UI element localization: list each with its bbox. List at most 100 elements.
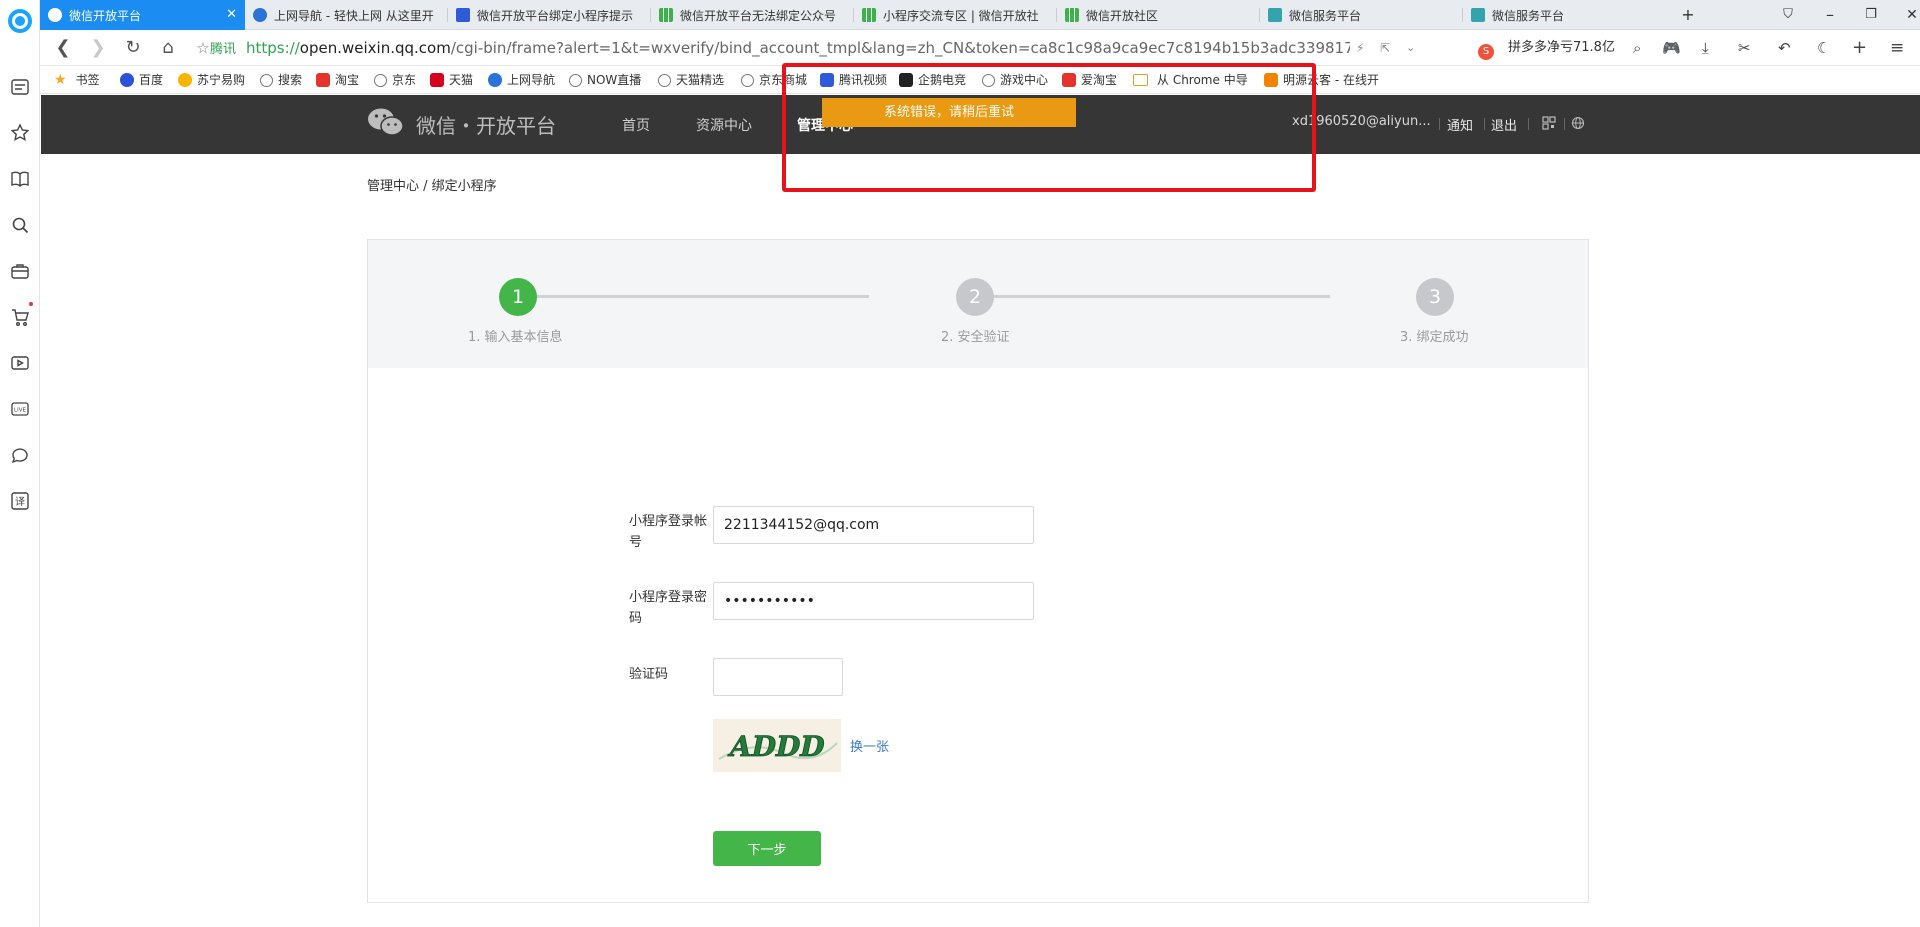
ie-favicon-icon (253, 8, 267, 22)
bookmark-item[interactable]: 苏宁易购 (178, 72, 245, 88)
url-path: /cgi-bin/frame?alert=1&t=wxverify/bind_a… (450, 39, 1350, 57)
share-icon[interactable]: ⇱ (1380, 37, 1390, 59)
step-3-label: 3. 绑定成功 (1400, 330, 1469, 345)
search-icon[interactable] (9, 214, 31, 236)
wechat-service-favicon-icon (1268, 8, 1282, 22)
bookmark-item[interactable]: 企鹅电竞 (899, 72, 966, 88)
back-button[interactable]: ❮ (52, 37, 74, 59)
briefcase-icon[interactable] (9, 260, 31, 282)
notify-link[interactable]: 通知 (1447, 115, 1473, 134)
tab[interactable]: 小程序交流专区 | 微信开放社 (854, 0, 1057, 30)
bookmark-item[interactable]: 爱淘宝 (1062, 72, 1117, 88)
add-icon[interactable]: + (1852, 37, 1867, 59)
browser-sidebar: LIVE 译 (0, 0, 40, 927)
bookmark-item[interactable]: 京东商城 (741, 72, 807, 88)
restore-button[interactable]: ❐ (1860, 4, 1882, 26)
next-step-button[interactable]: 下一步 (713, 831, 821, 866)
bookmark-item[interactable]: 上网导航 (488, 72, 555, 88)
step-connector (963, 295, 1330, 298)
chat-icon[interactable] (9, 444, 31, 466)
tab[interactable]: 上网导航 - 轻快上网 从这里开 (245, 0, 448, 30)
logout-link[interactable]: 退出 (1491, 115, 1517, 134)
step-2-label: 2. 安全验证 (941, 330, 1010, 345)
bookmark-item[interactable]: 腾讯视频 (820, 72, 887, 88)
qrcode-icon[interactable] (1542, 116, 1556, 130)
chevron-down-icon[interactable]: ⌄ (1406, 37, 1415, 59)
error-toast: 系统错误，请稍后重试 (822, 98, 1076, 127)
step-2-circle: 2 (956, 278, 994, 316)
translate-icon[interactable]: 译 (9, 490, 31, 512)
globe-language-icon[interactable] (1571, 116, 1585, 130)
account-input[interactable] (713, 506, 1034, 544)
tab-active[interactable]: 微信开放平台 ✕ (40, 0, 245, 30)
captcha-label: 验证码 (629, 667, 669, 682)
tab[interactable]: 微信开放平台绑定小程序提示 (448, 0, 651, 30)
browser-logo-icon[interactable] (8, 9, 32, 33)
tab[interactable]: 微信服务平台 (1463, 0, 1666, 30)
hot-news-search[interactable]: S 拼多多净亏71.8亿 (1478, 37, 1615, 60)
bookmark-item[interactable]: 明源云客 - 在线开 (1264, 72, 1379, 88)
night-mode-icon[interactable]: ☾ (1817, 37, 1830, 59)
undo-icon[interactable]: ↶ (1778, 37, 1791, 59)
tab-label: 微信开放平台 (69, 8, 142, 23)
bookmark-item[interactable]: 淘宝 (316, 72, 359, 88)
shirt-icon[interactable]: ⛉ (1777, 4, 1799, 26)
bookmark-item[interactable]: 天猫 (430, 72, 473, 88)
minimize-button[interactable]: – (1819, 4, 1841, 26)
favorites-star-icon[interactable] (9, 122, 31, 144)
shopping-cart-icon[interactable] (9, 306, 31, 328)
bookmark-item[interactable]: 游戏中心 (982, 72, 1048, 88)
captcha-input[interactable] (713, 658, 843, 696)
wechat-favicon-icon (48, 8, 62, 22)
forward-button[interactable]: ❯ (87, 37, 109, 59)
tab[interactable]: 微信开放平台无法绑定公众号 (651, 0, 854, 30)
account-label: 小程序登录帐号 (629, 514, 708, 550)
url-host: open.weixin.qq.com (299, 39, 451, 57)
site-header: 微信・开放平台 首页 资源中心 管理中心 xd1960520@aliyun...… (41, 95, 1920, 154)
game-controller-icon[interactable]: 🎮 (1662, 37, 1681, 59)
account-name[interactable]: xd1960520@aliyun... (1292, 114, 1431, 129)
reader-icon[interactable] (9, 76, 31, 98)
reload-button[interactable]: ↻ (122, 37, 144, 59)
bookmark-item[interactable]: NOW直播 (569, 72, 641, 88)
svg-text:LIVE: LIVE (14, 408, 26, 414)
download-icon[interactable]: ⤓ (1702, 37, 1709, 59)
nav-home[interactable]: 首页 (622, 115, 650, 135)
bookmark-folder[interactable]: 从 Chrome 中导 (1133, 72, 1248, 88)
refresh-captcha-link[interactable]: 换一张 (850, 736, 889, 755)
home-button[interactable]: ⌂ (157, 37, 179, 59)
notification-dot (29, 302, 33, 306)
step-progress: 1 2 3 1. 输入基本信息 2. 安全验证 3. 绑定成功 (368, 240, 1588, 368)
nav-resource-center[interactable]: 资源中心 (696, 115, 752, 135)
grid-favicon-icon (1065, 8, 1079, 22)
bookmark-item[interactable]: 京东 (374, 72, 416, 88)
hot-news-text: 拼多多净亏71.8亿 (1508, 40, 1615, 55)
lightning-icon[interactable]: ⚡ (1356, 37, 1364, 59)
book-icon[interactable] (9, 168, 31, 190)
menu-icon[interactable]: ≡ (1890, 37, 1904, 59)
bookmark-item[interactable]: 搜索 (260, 72, 302, 88)
live-icon[interactable]: LIVE (9, 398, 31, 420)
close-window-button[interactable]: ✕ (1901, 4, 1920, 26)
url-scheme: https:// (246, 39, 300, 57)
password-input[interactable] (713, 582, 1034, 620)
bookmark-item[interactable]: 天猫精选 (658, 72, 724, 88)
tab-label: 小程序交流专区 | 微信开放社 (883, 8, 1039, 23)
new-tab-button[interactable]: + (1677, 4, 1699, 26)
site-title[interactable]: 微信・开放平台 (416, 110, 556, 139)
step-1-circle: 1 (499, 278, 537, 316)
page-content: 微信・开放平台 首页 资源中心 管理中心 xd1960520@aliyun...… (41, 63, 1920, 927)
url-field[interactable]: 腾讯 https://open.weixin.qq.com/cgi-bin/fra… (210, 37, 1350, 59)
search-icon[interactable]: ⌕ (1633, 37, 1641, 59)
video-icon[interactable] (9, 352, 31, 374)
tab-label: 微信开放平台无法绑定公众号 (680, 8, 837, 23)
bookmark-item[interactable]: ★ 书签 (54, 72, 100, 88)
paw-favicon-icon (456, 8, 470, 22)
scissors-icon[interactable]: ✂ (1738, 37, 1751, 59)
wechat-logo-icon[interactable] (367, 107, 405, 137)
tab-close-icon[interactable]: ✕ (226, 7, 237, 22)
bookmark-item[interactable]: 百度 (120, 72, 163, 88)
tab[interactable]: 微信服务平台 (1260, 0, 1463, 30)
svg-text:ADDD: ADDD (725, 729, 828, 763)
tab[interactable]: 微信开放社区 (1057, 0, 1260, 30)
